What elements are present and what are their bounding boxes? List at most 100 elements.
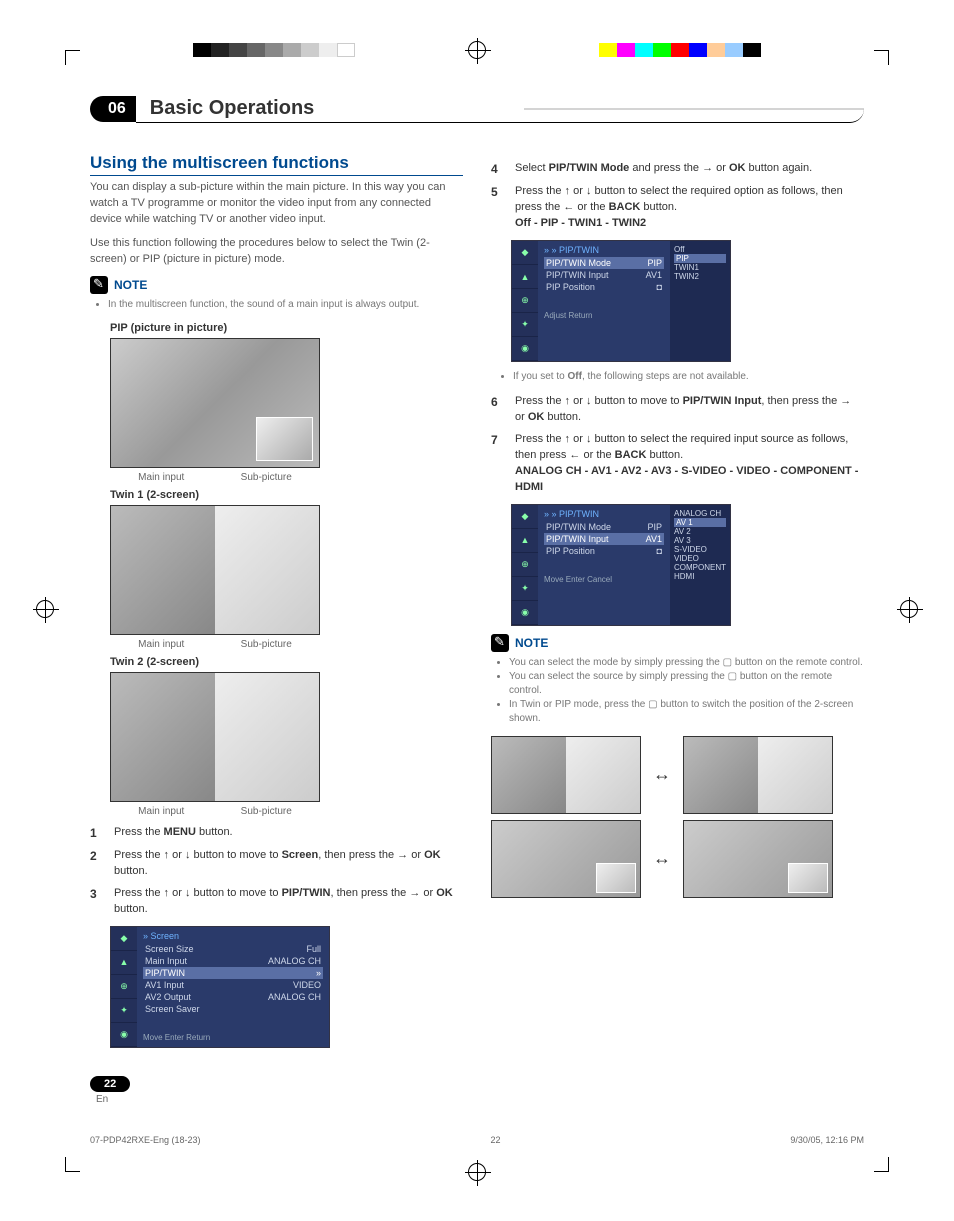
osd-tab-icon: ✦ bbox=[512, 313, 538, 337]
label-sub-picture: Sub-picture bbox=[241, 806, 292, 817]
osd-row: PIP/TWIN InputAV1 bbox=[544, 269, 664, 281]
osd-tab-icon: ◉ bbox=[512, 337, 538, 361]
swap-illustration-row: ↔ bbox=[491, 820, 864, 898]
osd-piptwin-input: ◆ ▲ ⊕ ✦ ◉ » » PIP/TWIN PIP/TWIN ModePIPP… bbox=[511, 504, 731, 626]
twin1-illustration bbox=[110, 505, 320, 635]
osd-side-option: ANALOG CH bbox=[674, 509, 726, 518]
twin1-caption: Twin 1 (2-screen) bbox=[110, 489, 463, 501]
registration-mark-icon bbox=[468, 41, 486, 59]
osd-tab-icon: ◆ bbox=[111, 927, 137, 951]
osd-side-option: PIP bbox=[674, 254, 726, 263]
osd-side-option: S-VIDEO bbox=[674, 545, 726, 554]
intro-paragraph: Use this function following the procedur… bbox=[90, 236, 463, 268]
osd-tab-icon: ✦ bbox=[512, 577, 538, 601]
osd-tab-icon: ▲ bbox=[512, 529, 538, 553]
footer-filename: 07-PDP42RXE-Eng (18-23) bbox=[90, 1135, 201, 1145]
chapter-header: 06 Basic Operations bbox=[90, 95, 864, 123]
note-bullet: You can select the mode by simply pressi… bbox=[509, 656, 864, 670]
registration-mark-icon bbox=[468, 1163, 486, 1181]
osd-side-option: TWIN2 bbox=[674, 272, 726, 281]
thumb-after bbox=[683, 736, 833, 814]
osd-row: PIP Position◘ bbox=[544, 545, 664, 557]
thumb-before bbox=[491, 820, 641, 898]
note-label: NOTE bbox=[515, 636, 548, 650]
osd-side-options: ANALOG CHAV 1AV 2AV 3S-VIDEOVIDEOCOMPONE… bbox=[670, 505, 730, 625]
step-number: 4 bbox=[491, 161, 505, 178]
osd-row: Screen SizeFull bbox=[143, 943, 323, 955]
step-text: Press the ↑ or ↓ button to move to Scree… bbox=[114, 848, 463, 880]
step-text: Press the MENU button. bbox=[114, 825, 233, 842]
step-number: 5 bbox=[491, 184, 505, 232]
step-text: Press the ↑ or ↓ button to select the re… bbox=[515, 184, 864, 232]
note-bullet: In the multiscreen function, the sound o… bbox=[108, 298, 463, 312]
osd-row: AV1 InputVIDEO bbox=[143, 979, 323, 991]
osd-footer: Adjust Return bbox=[544, 311, 664, 320]
info-bullet: If you set to Off, the following steps a… bbox=[513, 370, 864, 384]
color-bars bbox=[599, 43, 761, 57]
swap-arrow-icon: ↔ bbox=[653, 848, 671, 869]
osd-tab-icon: ◉ bbox=[111, 1023, 137, 1047]
osd-side-option: Off bbox=[674, 245, 726, 254]
osd-title: » Screen bbox=[143, 931, 323, 941]
print-marks-top bbox=[0, 0, 954, 75]
step-text: Press the ↑ or ↓ button to select the re… bbox=[515, 432, 864, 496]
osd-footer: Move Enter Cancel bbox=[544, 575, 664, 584]
osd-side-options: OffPIPTWIN1TWIN2 bbox=[670, 241, 730, 361]
osd-side-option: COMPONENT bbox=[674, 563, 726, 572]
label-main-input: Main input bbox=[138, 639, 184, 650]
osd-screen-menu: ◆ ▲ ⊕ ✦ ◉ » Screen Screen SizeFullMain I… bbox=[110, 926, 330, 1048]
crop-mark bbox=[874, 1157, 904, 1187]
osd-row: PIP/TWIN» bbox=[143, 967, 323, 979]
osd-tab-icon: ◆ bbox=[512, 241, 538, 265]
step-text: Press the ↑ or ↓ button to move to PIP/T… bbox=[515, 394, 864, 426]
osd-tab-icon: ✦ bbox=[111, 999, 137, 1023]
osd-tab-icon: ⊕ bbox=[512, 553, 538, 577]
chapter-title: Basic Operations bbox=[136, 95, 864, 123]
osd-tab-icon: ▲ bbox=[512, 265, 538, 289]
swap-illustration-row: ↔ bbox=[491, 736, 864, 814]
osd-row: PIP/TWIN InputAV1 bbox=[544, 533, 664, 545]
page-number-badge: 22 bbox=[90, 1076, 130, 1092]
osd-side-option: TWIN1 bbox=[674, 263, 726, 272]
osd-row: PIP/TWIN ModePIP bbox=[544, 257, 664, 269]
section-heading: Using the multiscreen functions bbox=[90, 153, 463, 176]
label-sub-picture: Sub-picture bbox=[241, 472, 292, 483]
osd-row: Screen Saver bbox=[143, 1003, 323, 1015]
osd-row: AV2 OutputANALOG CH bbox=[143, 991, 323, 1003]
step-number: 3 bbox=[90, 886, 104, 918]
note-label: NOTE bbox=[114, 278, 147, 292]
osd-title: » » PIP/TWIN bbox=[544, 245, 664, 255]
step-number: 6 bbox=[491, 394, 505, 426]
note-bullet: In Twin or PIP mode, press the ▢ button … bbox=[509, 698, 864, 726]
step-number: 1 bbox=[90, 825, 104, 842]
grayscale-bars bbox=[193, 43, 355, 57]
thumb-before bbox=[491, 736, 641, 814]
footer-page: 22 bbox=[490, 1135, 500, 1145]
crop-mark bbox=[50, 1157, 80, 1187]
osd-side-option: VIDEO bbox=[674, 554, 726, 563]
osd-tab-icon: ◉ bbox=[512, 601, 538, 625]
intro-paragraph: You can display a sub-picture within the… bbox=[90, 180, 463, 228]
osd-tab-icon: ⊕ bbox=[512, 289, 538, 313]
label-main-input: Main input bbox=[138, 806, 184, 817]
step-text: Press the ↑ or ↓ button to move to PIP/T… bbox=[114, 886, 463, 918]
twin2-illustration bbox=[110, 672, 320, 802]
osd-row: PIP/TWIN ModePIP bbox=[544, 521, 664, 533]
label-sub-picture: Sub-picture bbox=[241, 639, 292, 650]
osd-side-option: AV 2 bbox=[674, 527, 726, 536]
crop-mark bbox=[50, 35, 80, 65]
osd-side-option: AV 3 bbox=[674, 536, 726, 545]
note-icon bbox=[491, 634, 509, 652]
osd-tab-icon: ⊕ bbox=[111, 975, 137, 999]
osd-tab-icon: ◆ bbox=[512, 505, 538, 529]
osd-piptwin-mode: ◆ ▲ ⊕ ✦ ◉ » » PIP/TWIN PIP/TWIN ModePIPP… bbox=[511, 240, 731, 362]
footer-meta: 07-PDP42RXE-Eng (18-23) 22 9/30/05, 12:1… bbox=[0, 1115, 954, 1151]
twin2-caption: Twin 2 (2-screen) bbox=[110, 656, 463, 668]
step-number: 7 bbox=[491, 432, 505, 496]
osd-side-option: HDMI bbox=[674, 572, 726, 581]
registration-mark-icon bbox=[36, 600, 54, 618]
print-marks-bottom bbox=[0, 1151, 954, 1207]
thumb-after bbox=[683, 820, 833, 898]
label-main-input: Main input bbox=[138, 472, 184, 483]
osd-row: PIP Position◘ bbox=[544, 281, 664, 293]
